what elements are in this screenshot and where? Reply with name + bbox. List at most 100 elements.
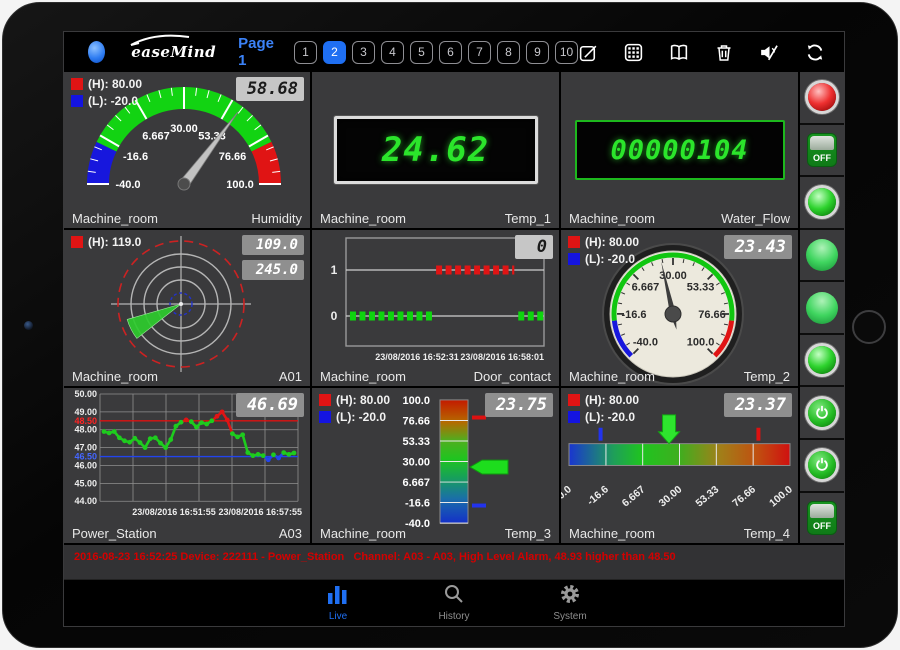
channel-label: Temp_4 bbox=[744, 526, 790, 541]
bottom-nav: Live History System bbox=[64, 579, 844, 626]
indicator-cell-7 bbox=[800, 387, 844, 440]
nav-live[interactable]: Live bbox=[306, 584, 370, 622]
page-button-8[interactable]: 8 bbox=[497, 41, 520, 64]
widget-temp1-digital[interactable]: 24.62 Machine_roomTemp_1 bbox=[312, 72, 559, 228]
svg-text:23/08/2016 16:58:01: 23/08/2016 16:58:01 bbox=[460, 352, 544, 362]
widget-doorcontact-chart[interactable]: 1023/08/2016 16:52:3123/08/2016 16:58:01… bbox=[312, 230, 559, 386]
app-logo: easeMind bbox=[131, 43, 216, 62]
page-button-6[interactable]: 6 bbox=[439, 41, 462, 64]
svg-text:-16.6: -16.6 bbox=[621, 309, 646, 321]
widget-temp3-verticalbar[interactable]: 100.076.6653.3330.006.667-16.6-40.0 (H):… bbox=[312, 388, 559, 543]
svg-text:30.00: 30.00 bbox=[170, 123, 198, 135]
radar-magnitude-display: 109.0 bbox=[242, 235, 304, 255]
channel-label: Water_Flow bbox=[721, 211, 790, 226]
widget-temp2-dial[interactable]: -40.0-16.66.66730.0053.3376.66100.0 (H):… bbox=[561, 230, 798, 386]
trash-icon[interactable] bbox=[714, 42, 734, 63]
value-display: 23.37 bbox=[724, 393, 792, 417]
power-button[interactable] bbox=[808, 451, 836, 479]
page-button-7[interactable]: 7 bbox=[468, 41, 491, 64]
indicator-cell-6 bbox=[800, 335, 844, 388]
green-indicator-lamp[interactable] bbox=[806, 292, 838, 324]
low-limit-swatch bbox=[568, 253, 580, 265]
page-buttons: 123456789 10 bbox=[294, 41, 578, 64]
device-label: Machine_room bbox=[569, 369, 655, 384]
channel-label: Humidity bbox=[251, 211, 302, 226]
home-button[interactable] bbox=[852, 310, 886, 344]
high-limit-label: (H): 80.00 bbox=[585, 235, 639, 249]
device-label: Machine_room bbox=[320, 369, 406, 384]
green-indicator-light[interactable] bbox=[808, 346, 836, 374]
svg-text:-40.0: -40.0 bbox=[633, 337, 658, 349]
value-display: 23.75 bbox=[485, 393, 553, 417]
svg-text:76.66: 76.66 bbox=[219, 151, 247, 163]
svg-text:-40.0: -40.0 bbox=[561, 484, 574, 508]
channel-label: A01 bbox=[279, 369, 302, 384]
svg-text:76.66: 76.66 bbox=[402, 415, 430, 427]
low-limit-label: (L): -20.0 bbox=[585, 252, 635, 266]
svg-text:76.66: 76.66 bbox=[698, 309, 726, 321]
keypad-icon[interactable] bbox=[623, 42, 644, 63]
page-label: Page 1 bbox=[238, 35, 276, 69]
channel-label: Temp_3 bbox=[505, 526, 551, 541]
svg-text:-16.6: -16.6 bbox=[405, 498, 430, 510]
switch-flap bbox=[810, 504, 834, 518]
indicator-lights-column: OFF OFF bbox=[800, 72, 844, 543]
svg-text:-16.6: -16.6 bbox=[123, 151, 148, 163]
widget-a03-linechart[interactable]: 50.0049.0048.5048.0047.0046.5046.0045.00… bbox=[64, 388, 310, 543]
gear-icon bbox=[559, 584, 581, 609]
radar-angle-display: 245.0 bbox=[242, 260, 304, 280]
red-indicator-light[interactable] bbox=[808, 83, 836, 111]
svg-text:-40.0: -40.0 bbox=[115, 179, 140, 191]
switch-label: OFF bbox=[808, 521, 836, 531]
connection-status-icon[interactable] bbox=[88, 41, 105, 63]
high-limit-label: (H): 80.00 bbox=[88, 77, 142, 91]
app-screen: easeMind Page 1 123456789 10 bbox=[63, 31, 845, 627]
widget-a01-radar[interactable]: (H): 119.0 109.0 245.0 Machine_roomA01 bbox=[64, 230, 310, 386]
indicator-cell-8 bbox=[800, 440, 844, 493]
svg-text:-16.6: -16.6 bbox=[585, 484, 611, 508]
green-indicator-light[interactable] bbox=[808, 188, 836, 216]
indicator-cell-9: OFF bbox=[800, 493, 844, 544]
page-button-4[interactable]: 4 bbox=[381, 41, 404, 64]
channel-label: A03 bbox=[279, 526, 302, 541]
widget-temp4-horizontalbar[interactable]: -40.0-16.66.66730.0053.3376.66100.0 (H):… bbox=[561, 388, 798, 543]
edit-icon[interactable] bbox=[578, 42, 599, 63]
switch-label: OFF bbox=[808, 153, 836, 163]
counter-value: 00000104 bbox=[610, 135, 748, 166]
page-button-2[interactable]: 2 bbox=[323, 41, 346, 64]
svg-text:23/08/2016 16:52:31: 23/08/2016 16:52:31 bbox=[375, 352, 459, 362]
nav-label: Live bbox=[329, 611, 347, 622]
svg-text:100.0: 100.0 bbox=[402, 395, 430, 407]
svg-text:44.00: 44.00 bbox=[74, 496, 97, 506]
high-limit-swatch bbox=[71, 78, 83, 90]
svg-text:100.0: 100.0 bbox=[687, 337, 715, 349]
indicator-cell-1 bbox=[800, 72, 844, 125]
page-button-9[interactable]: 9 bbox=[526, 41, 549, 64]
svg-text:53.33: 53.33 bbox=[687, 281, 715, 293]
page-button-1[interactable]: 1 bbox=[294, 41, 317, 64]
off-rocker-switch[interactable]: OFF bbox=[807, 133, 837, 167]
widget-humidity-gauge[interactable]: -40.0-16.66.66730.0053.3376.66100.0 (H):… bbox=[64, 72, 310, 228]
device-label: Machine_room bbox=[320, 526, 406, 541]
nav-system[interactable]: System bbox=[538, 584, 602, 622]
page-button-3[interactable]: 3 bbox=[352, 41, 375, 64]
toolbar: easeMind Page 1 123456789 10 bbox=[64, 32, 844, 72]
page-button-5[interactable]: 5 bbox=[410, 41, 433, 64]
bar-chart-icon bbox=[326, 584, 350, 609]
nav-history[interactable]: History bbox=[422, 584, 486, 622]
widget-waterflow-counter[interactable]: 00000104 Machine_roomWater_Flow bbox=[561, 72, 798, 228]
green-indicator-lamp[interactable] bbox=[806, 239, 838, 271]
svg-text:6.667: 6.667 bbox=[402, 477, 430, 489]
off-rocker-switch[interactable]: OFF bbox=[807, 501, 837, 535]
svg-text:53.33: 53.33 bbox=[694, 484, 721, 509]
nav-label: History bbox=[438, 611, 469, 622]
svg-text:53.33: 53.33 bbox=[402, 436, 430, 448]
value-display: 58.68 bbox=[236, 77, 304, 101]
page-button-10[interactable]: 10 bbox=[555, 41, 578, 64]
mute-icon[interactable] bbox=[758, 42, 780, 63]
refresh-icon[interactable] bbox=[804, 42, 826, 63]
digital-display: 24.62 bbox=[334, 116, 538, 184]
low-limit-label: (L): -20.0 bbox=[585, 410, 635, 424]
book-icon[interactable] bbox=[668, 42, 690, 63]
power-button[interactable] bbox=[808, 399, 836, 427]
